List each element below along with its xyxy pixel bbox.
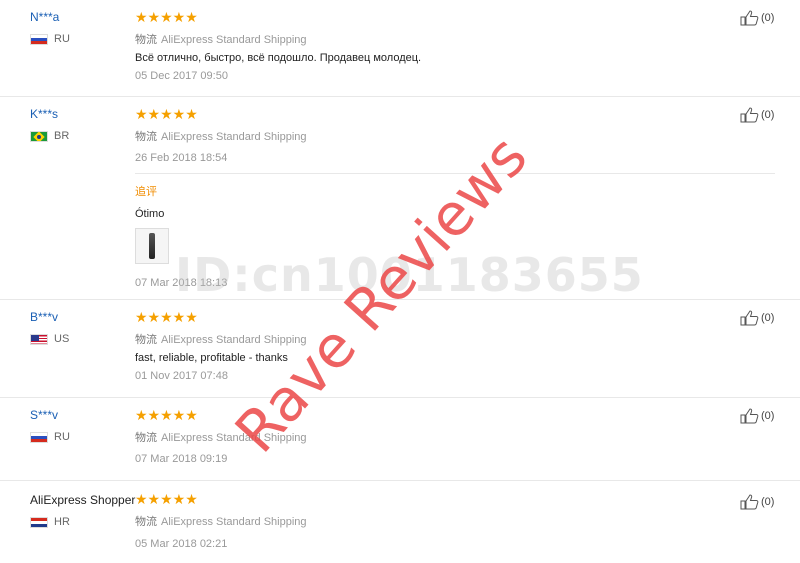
review-item: S***v RU ★★★★★ 物流 AliExpress Standard Shi… [0, 398, 800, 481]
shipping-method: 物流 AliExpress Standard Shipping [135, 131, 307, 143]
followup-text: Ótimo [135, 208, 165, 220]
reviewer-name[interactable]: AliExpress Shopper [30, 493, 135, 507]
like-button[interactable]: (0) [740, 107, 774, 123]
country-code: RU [54, 33, 70, 45]
thumbs-up-icon [740, 107, 759, 123]
like-count: (0) [761, 109, 775, 121]
like-button[interactable]: (0) [740, 310, 774, 326]
like-button[interactable]: (0) [740, 408, 774, 424]
country-code: RU [54, 431, 70, 443]
country-code: HR [54, 516, 70, 528]
thumbs-up-icon [740, 408, 759, 424]
reviewer-country: RU [30, 431, 70, 443]
reviewer-name[interactable]: S***v [30, 408, 58, 422]
product-bottle-image [149, 233, 155, 259]
country-code: BR [54, 130, 70, 142]
reviewer-country: RU [30, 33, 70, 45]
shipping-method: 物流 AliExpress Standard Shipping [135, 516, 307, 528]
reviewer-name[interactable]: B***v [30, 310, 58, 324]
review-date: 01 Nov 2017 07:48 [135, 370, 228, 382]
like-count: (0) [761, 410, 775, 422]
review-date: 05 Dec 2017 09:50 [135, 70, 228, 82]
reviewer-country: US [30, 333, 69, 345]
review-item: N***a RU ★★★★★ 物流 AliExpress Standard Shi… [0, 0, 800, 97]
review-item: AliExpress Shopper HR ★★★★★ 物流 AliExpress… [0, 481, 800, 563]
rating-stars: ★★★★★ [135, 491, 198, 507]
flag-us-icon [30, 333, 48, 345]
like-count: (0) [761, 496, 775, 508]
reviewer-name[interactable]: N***a [30, 10, 59, 24]
like-button[interactable]: (0) [740, 494, 774, 510]
review-date: 05 Mar 2018 02:21 [135, 538, 228, 550]
followup-label: 追评 [135, 186, 157, 198]
reviewer-country: BR [30, 130, 69, 142]
flag-hr-icon [30, 516, 48, 528]
review-text: fast, reliable, profitable - thanks [135, 352, 288, 364]
flag-ru-icon [30, 33, 48, 45]
reviewer-country: HR [30, 516, 70, 528]
country-code: US [54, 333, 70, 345]
rating-stars: ★★★★★ [135, 309, 198, 325]
reviewer-name[interactable]: K***s [30, 107, 58, 121]
rating-stars: ★★★★★ [135, 106, 198, 122]
flag-br-icon [30, 130, 48, 142]
review-photo-thumbnail[interactable] [135, 228, 169, 264]
thumbs-up-icon [740, 10, 759, 26]
review-date: 26 Feb 2018 18:54 [135, 152, 228, 164]
review-date: 07 Mar 2018 09:19 [135, 453, 228, 465]
rating-stars: ★★★★★ [135, 9, 198, 25]
like-count: (0) [761, 312, 775, 324]
shipping-method: 物流 AliExpress Standard Shipping [135, 334, 307, 346]
like-count: (0) [761, 12, 775, 24]
thumbs-up-icon [740, 494, 759, 510]
thumbs-up-icon [740, 310, 759, 326]
shipping-method: 物流 AliExpress Standard Shipping [135, 34, 307, 46]
like-button[interactable]: (0) [740, 10, 774, 26]
review-text: Всё отлично, быстро, всё подошло. Продав… [135, 52, 422, 64]
rating-stars: ★★★★★ [135, 407, 198, 423]
flag-ru-icon [30, 431, 48, 443]
